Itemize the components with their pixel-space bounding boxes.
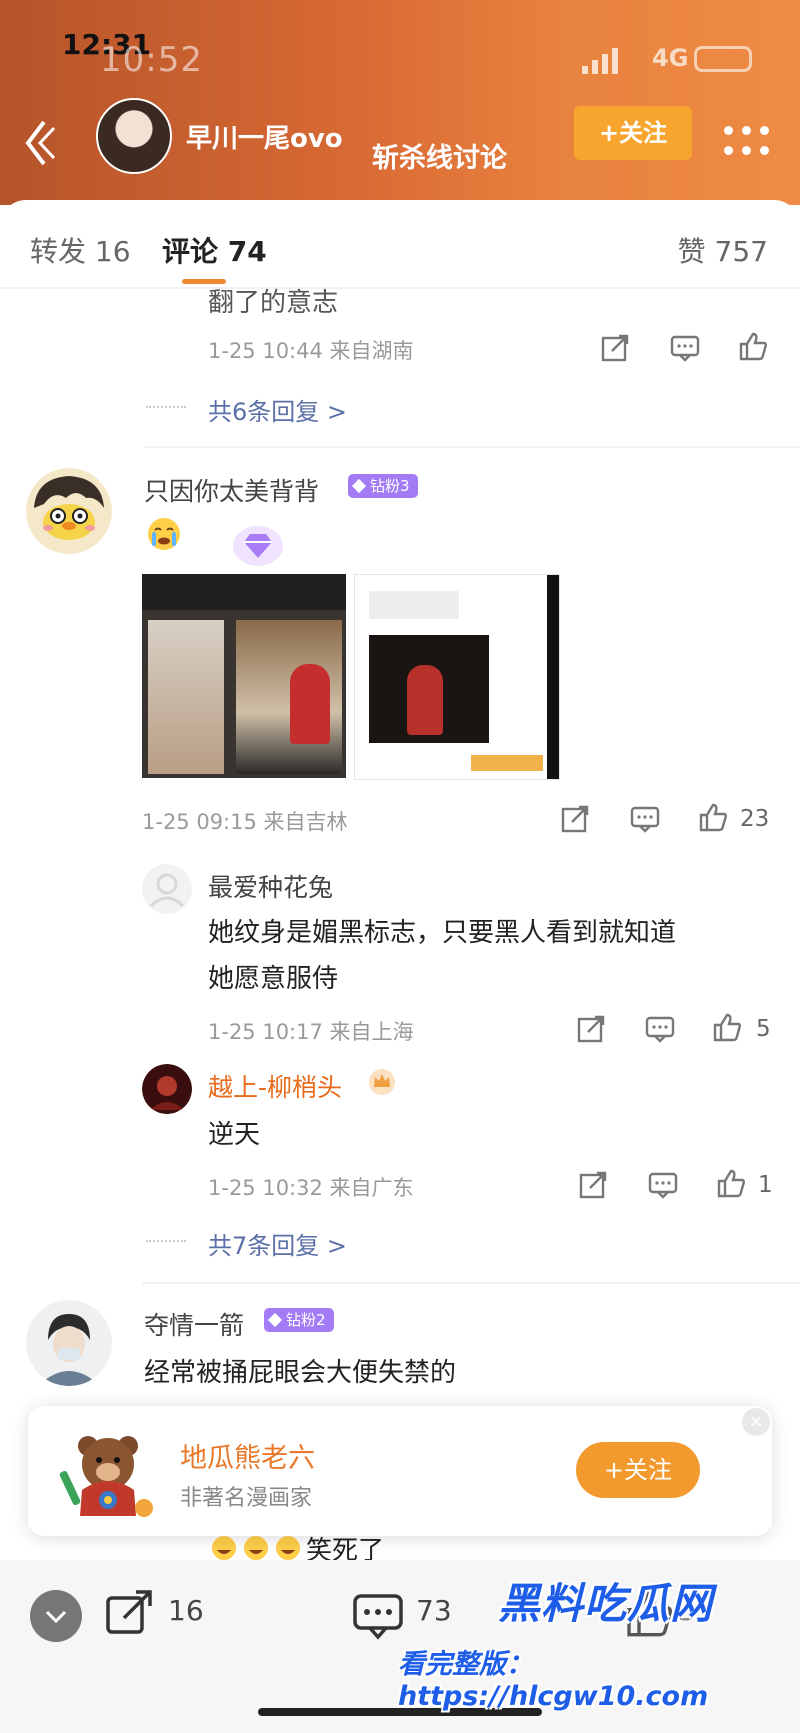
- like-icon[interactable]: [738, 331, 768, 361]
- forward-icon[interactable]: [104, 1588, 154, 1638]
- watermark-title: 黑料吃瓜网: [498, 1579, 714, 1628]
- tab-forwards[interactable]: 转发 16: [30, 230, 131, 270]
- author-avatar[interactable]: [96, 98, 172, 174]
- diamond-icon: [267, 1312, 283, 1328]
- status-icons: 4G: [582, 44, 752, 74]
- image-button: [471, 755, 543, 771]
- reply-avatar[interactable]: [142, 1064, 192, 1114]
- reply-username[interactable]: 最爱种花兔: [208, 868, 333, 904]
- comment-icon[interactable]: [352, 1590, 404, 1642]
- share-icon[interactable]: [578, 1170, 608, 1200]
- badge-label: 钻粉3: [370, 477, 410, 495]
- divider: [142, 1282, 800, 1284]
- comment-icon[interactable]: [645, 1014, 675, 1044]
- reply-dots: [146, 1240, 186, 1242]
- share-icon[interactable]: [576, 1014, 606, 1044]
- suggested-user-name[interactable]: 地瓜熊老六: [180, 1436, 315, 1475]
- divider: [0, 287, 800, 289]
- signal-icon: [602, 54, 608, 74]
- reply-avatar[interactable]: [142, 864, 192, 914]
- comment-text: 经常被捅屁眼会大便失禁的: [144, 1358, 457, 1388]
- image-figure: [290, 664, 330, 744]
- comment-username[interactable]: 只因你太美背背: [144, 472, 319, 508]
- back-icon[interactable]: [22, 118, 58, 168]
- laughing-emoji-icon: [276, 1536, 300, 1560]
- comment-icon[interactable]: [630, 804, 660, 834]
- tab-likes[interactable]: 赞 757: [678, 230, 768, 270]
- like-count: 23: [740, 806, 770, 832]
- comment-icon[interactable]: [648, 1170, 678, 1200]
- like-icon[interactable]: [712, 1012, 742, 1042]
- chevron-down-icon: [45, 1610, 67, 1624]
- fan-badge: 钻粉2: [264, 1308, 334, 1332]
- laughing-emoji-icon: [212, 1536, 236, 1560]
- image-photo: [148, 620, 224, 774]
- reply-text: 逆天: [208, 1120, 261, 1150]
- suggested-user-avatar[interactable]: [58, 1420, 158, 1520]
- crown-badge-icon: [369, 1069, 395, 1095]
- share-icon[interactable]: [600, 333, 630, 363]
- crying-emoji-icon: [148, 518, 180, 550]
- suggested-user-description: 非著名漫画家: [180, 1486, 313, 1511]
- like-icon[interactable]: [698, 802, 728, 832]
- reply-text: 她愿意服侍: [208, 964, 339, 994]
- image-edge: [547, 575, 559, 779]
- forward-count: 16: [168, 1594, 204, 1627]
- badge-label: 钻粉2: [286, 1311, 326, 1329]
- user-avatar[interactable]: [26, 1300, 112, 1386]
- reply-username[interactable]: 越上-柳梢头: [208, 1068, 342, 1104]
- image-header: [369, 591, 459, 619]
- fan-badge: 钻粉3: [348, 474, 418, 498]
- comment-count: 73: [416, 1594, 452, 1627]
- share-icon[interactable]: [560, 804, 590, 834]
- more-icon[interactable]: [724, 126, 774, 162]
- follow-button[interactable]: +关注: [574, 106, 692, 160]
- view-replies-link[interactable]: 共7条回复 >: [208, 1226, 347, 1261]
- laughing-emoji-icon: [244, 1536, 268, 1560]
- comment-meta: 1-25 09:15 来自吉林: [142, 810, 348, 834]
- page-title: 斩杀线讨论: [372, 143, 507, 174]
- network-icon: 4G: [652, 44, 689, 72]
- signal-icon: [582, 66, 588, 74]
- comment-text: 翻了的意志: [208, 288, 339, 318]
- diamond-sticker-icon: [233, 526, 283, 566]
- watermark-url: 看完整版：https://hlcgw10.com: [398, 1649, 709, 1712]
- user-avatar[interactable]: [26, 468, 112, 554]
- author-name[interactable]: 早川一尾ovo: [186, 118, 343, 155]
- signal-icon: [612, 48, 618, 74]
- reply-text: 她纹身是媚黑标志，只要黑人看到就知道: [208, 918, 677, 948]
- like-count: 5: [756, 1016, 771, 1042]
- comment-meta: 1-25 10:44 来自湖南: [208, 339, 414, 363]
- comment-icon[interactable]: [670, 333, 700, 363]
- close-icon[interactable]: ×: [742, 1408, 770, 1436]
- tab-comments[interactable]: 评论 74: [162, 230, 267, 270]
- collapse-button[interactable]: [30, 1590, 82, 1642]
- reply-dots: [146, 406, 186, 408]
- like-icon[interactable]: [716, 1168, 746, 1198]
- signal-icon: [592, 60, 598, 74]
- reply-meta: 1-25 10:32 来自广东: [208, 1176, 414, 1200]
- view-replies-link[interactable]: 共6条回复 >: [208, 392, 347, 427]
- comment-image-2[interactable]: [354, 574, 560, 780]
- diamond-icon: [351, 478, 367, 494]
- image-figure: [407, 665, 443, 735]
- reply-meta: 1-25 10:17 来自上海: [208, 1020, 414, 1044]
- comment-username[interactable]: 夺情一箭: [144, 1306, 244, 1342]
- popup-follow-button[interactable]: +关注: [576, 1442, 700, 1498]
- comment-image-1[interactable]: [142, 574, 346, 778]
- battery-icon: [694, 46, 752, 72]
- divider: [145, 446, 800, 448]
- status-time-ghost: 10:52: [100, 40, 203, 80]
- like-count: 1: [758, 1172, 773, 1198]
- image-caption-strip: [142, 574, 346, 610]
